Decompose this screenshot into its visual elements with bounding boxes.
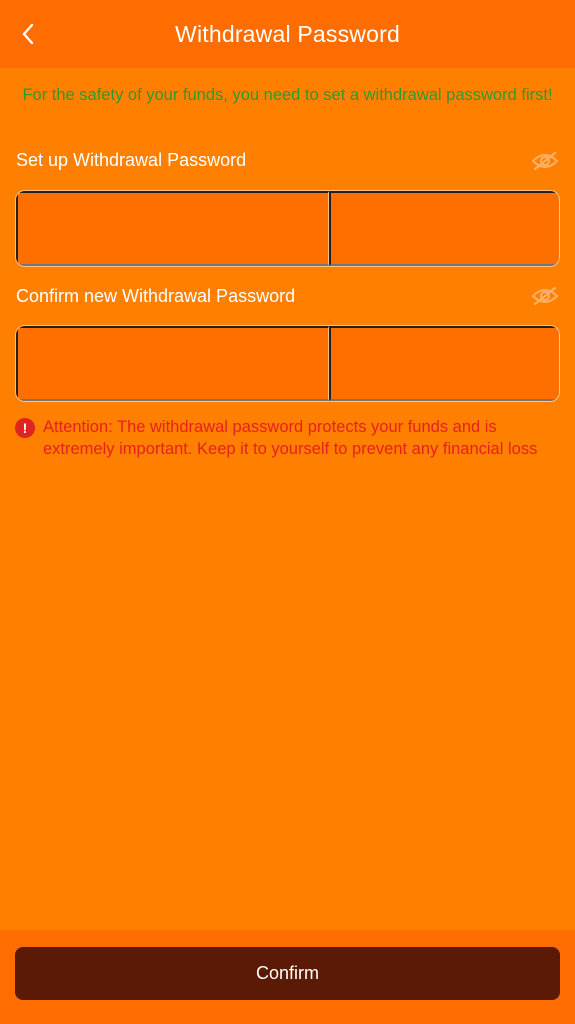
setup-visibility-toggle[interactable] — [530, 150, 560, 172]
confirm-visibility-toggle[interactable] — [530, 285, 560, 307]
confirm-password-input[interactable] — [15, 325, 560, 402]
header-bar: Withdrawal Password — [0, 0, 575, 68]
page-title: Withdrawal Password — [175, 20, 400, 47]
eye-off-icon — [531, 286, 559, 306]
setup-digit-1[interactable] — [16, 191, 329, 266]
alert-icon: ! — [15, 418, 35, 438]
setup-digit-2[interactable] — [329, 191, 559, 266]
setup-password-input[interactable] — [15, 190, 560, 267]
footer-bar: Confirm — [0, 930, 575, 1024]
confirm-digit-1[interactable] — [16, 326, 329, 401]
eye-off-icon — [531, 151, 559, 171]
attention-message: ! Attention: The withdrawal password pro… — [15, 416, 555, 460]
setup-password-label: Set up Withdrawal Password — [16, 150, 247, 170]
chevron-left-icon — [22, 23, 34, 45]
safety-notice: For the safety of your funds, you need t… — [22, 86, 553, 104]
attention-text: Attention: The withdrawal password prote… — [43, 418, 538, 458]
confirm-digit-2[interactable] — [329, 326, 559, 401]
confirm-password-label: Confirm new Withdrawal Password — [16, 286, 296, 306]
confirm-button[interactable]: Confirm — [15, 947, 560, 1000]
back-button[interactable] — [10, 16, 46, 52]
